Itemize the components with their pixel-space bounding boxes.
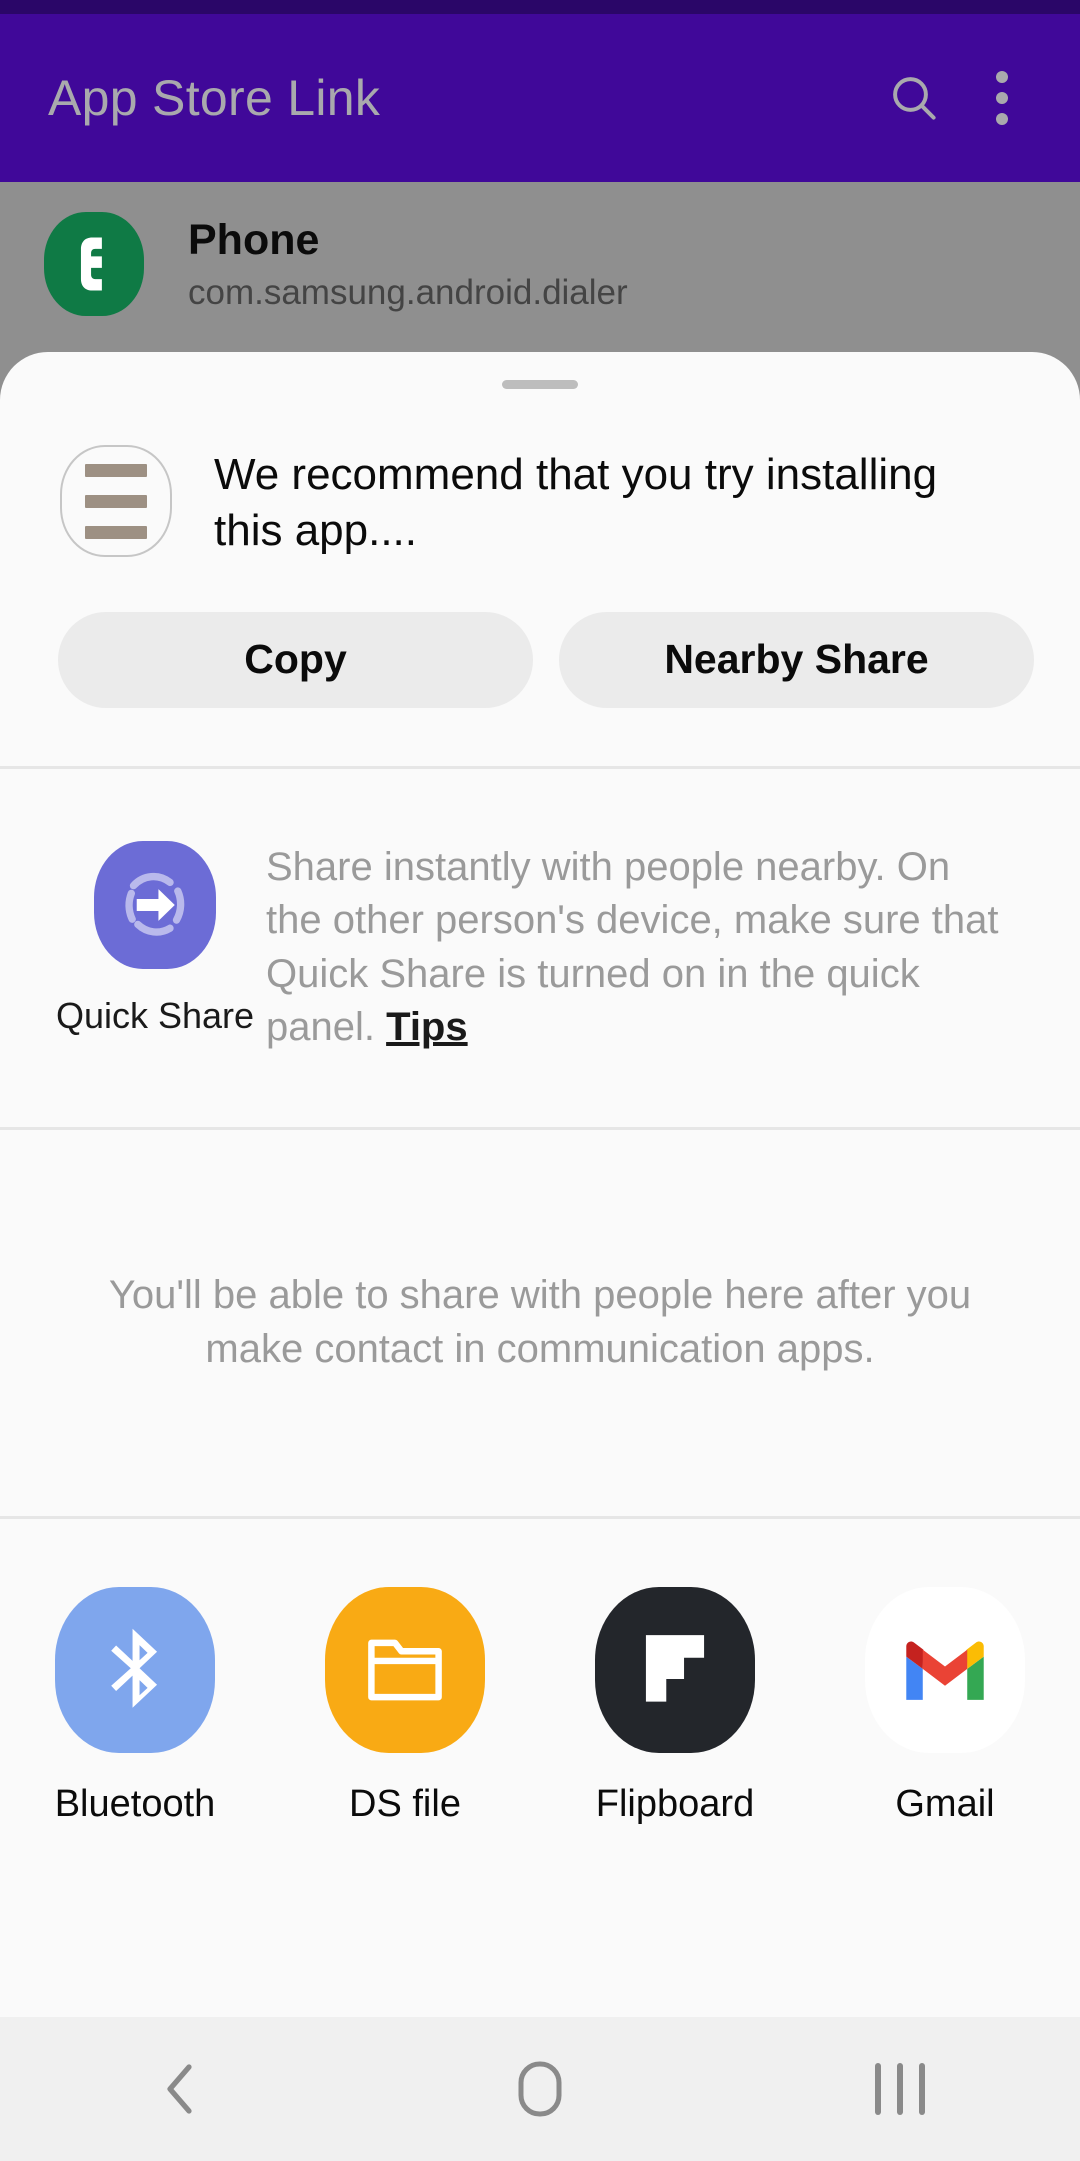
more-vertical-icon — [996, 71, 1008, 125]
nearby-share-button[interactable]: Nearby Share — [559, 611, 1034, 708]
overflow-menu-button[interactable] — [958, 54, 1046, 142]
share-targets-row: Bluetooth DS file Flipboard Gmail — [0, 1519, 1080, 1826]
gmail-glyph — [906, 1641, 984, 1700]
share-target-bluetooth[interactable]: Bluetooth — [0, 1587, 270, 1826]
share-sheet: We recommend that you try installing thi… — [0, 352, 1080, 2017]
share-preview-text: We recommend that you try installing thi… — [214, 450, 938, 556]
flipboard-icon — [595, 1587, 755, 1753]
back-chevron-icon — [167, 2064, 192, 2114]
share-target-label: Flipboard — [595, 1783, 755, 1825]
background-app-name: Phone — [188, 216, 320, 264]
quick-share-section[interactable]: Quick Share Share instantly with people … — [0, 769, 1080, 1055]
status-bar — [0, 0, 1080, 14]
share-target-label: DS file — [349, 1783, 461, 1825]
gmail-icon — [865, 1587, 1025, 1753]
recents-icon — [875, 2063, 925, 2115]
quick-share-icon-group: Quick Share — [56, 840, 254, 1037]
empty-state-message: You'll be able to share with people here… — [108, 1273, 972, 1371]
bluetooth-icon — [55, 1587, 215, 1753]
quick-share-description-text: Share instantly with people nearby. On t… — [266, 844, 999, 1050]
share-target-label: Gmail — [895, 1783, 995, 1825]
nav-back-button[interactable] — [0, 2017, 360, 2161]
search-button[interactable] — [870, 54, 958, 142]
quick-share-description: Share instantly with people nearby. On t… — [266, 841, 1006, 1055]
phone-glyph — [80, 237, 102, 291]
copy-button[interactable]: Copy — [58, 611, 533, 708]
background-app-package: com.samsung.android.dialer — [188, 273, 628, 313]
nav-recents-button[interactable] — [720, 2017, 1080, 2161]
page-title: App Store Link — [48, 70, 381, 126]
home-icon — [518, 2061, 562, 2117]
android-navigation-bar — [0, 2017, 1080, 2161]
flipboard-glyph — [645, 1635, 705, 1702]
share-target-label: Bluetooth — [54, 1783, 216, 1825]
share-target-gmail[interactable]: Gmail — [810, 1587, 1080, 1826]
quick-share-tips-link[interactable]: Tips — [386, 1005, 468, 1049]
text-lines-icon — [60, 445, 172, 557]
share-target-ds-file[interactable]: DS file — [270, 1587, 540, 1826]
phone-screen: App Store Link Phone com.samsung.android… — [0, 0, 1080, 2161]
quick-share-glyph — [125, 872, 185, 936]
app-bar: App Store Link — [0, 14, 1080, 182]
folder-icon — [325, 1587, 485, 1753]
folder-glyph — [368, 1639, 442, 1701]
app-bar-actions — [870, 54, 1080, 142]
quick-share-label: Quick Share — [55, 994, 255, 1036]
phone-handset-icon — [44, 212, 144, 316]
share-preview: We recommend that you try installing thi… — [0, 389, 1080, 560]
bluetooth-glyph — [111, 1628, 158, 1708]
nav-home-button[interactable] — [360, 2017, 720, 2161]
search-icon — [893, 77, 936, 120]
quick-actions-row: Copy Nearby Share — [0, 560, 1080, 708]
background-app-row: Phone com.samsung.android.dialer — [44, 212, 628, 316]
share-target-flipboard[interactable]: Flipboard — [540, 1587, 810, 1826]
background-app-text: Phone com.samsung.android.dialer — [188, 212, 628, 314]
empty-state: You'll be able to share with people here… — [0, 1130, 1080, 1516]
quick-share-icon — [94, 840, 216, 969]
drag-handle[interactable] — [502, 380, 578, 389]
